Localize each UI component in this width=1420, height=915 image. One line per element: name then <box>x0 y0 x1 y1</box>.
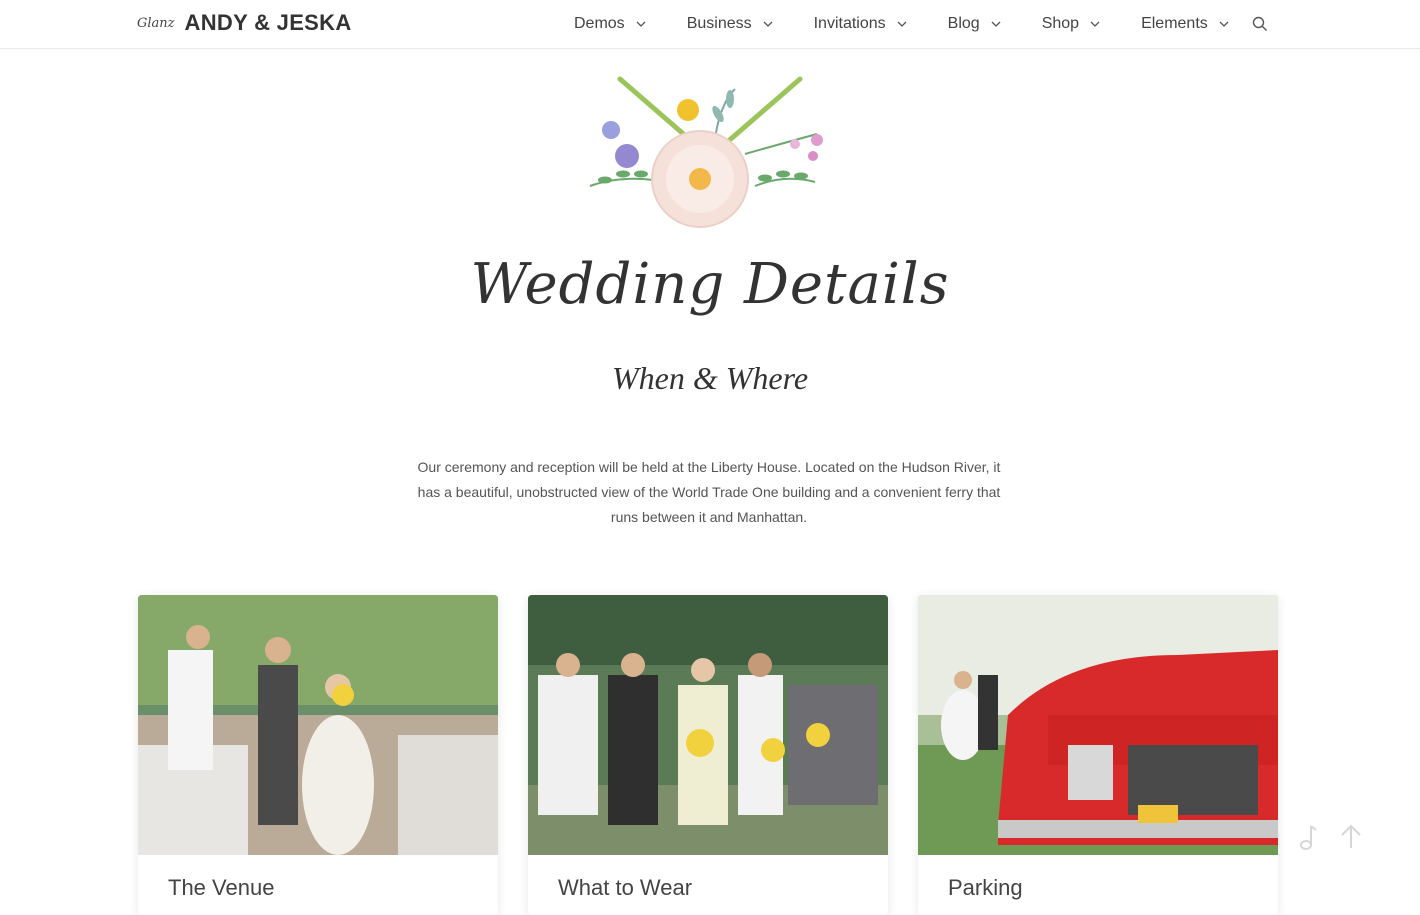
nav-item-demos[interactable]: Demos <box>574 15 647 33</box>
card-what-to-wear[interactable]: What to Wear <box>528 595 888 915</box>
chevron-down-icon <box>1090 21 1100 27</box>
brand-logo[interactable]: Glanz ANDY & JESKA <box>137 10 352 36</box>
chevron-down-icon <box>897 21 907 27</box>
card-parking[interactable]: Parking <box>918 595 1278 915</box>
nav-item-invitations[interactable]: Invitations <box>814 15 908 33</box>
parking-photo <box>918 595 1278 855</box>
card-title: Parking <box>948 875 1023 900</box>
chevron-down-icon <box>636 21 646 27</box>
nav-item-shop[interactable]: Shop <box>1042 15 1101 33</box>
chevron-down-icon <box>763 21 773 27</box>
nav-item-blog[interactable]: Blog <box>948 15 1002 33</box>
nav-label: Shop <box>1041 15 1080 32</box>
brand-script: Glanz <box>137 15 175 31</box>
wedding-party-photo <box>528 595 888 855</box>
card-venue[interactable]: The Venue <box>138 595 498 915</box>
music-note-icon[interactable] <box>1296 822 1318 852</box>
nav-label: Invitations <box>813 15 886 32</box>
nav-label: Elements <box>1141 15 1208 32</box>
nav-item-business[interactable]: Business <box>687 15 774 33</box>
chevron-down-icon <box>1219 21 1229 27</box>
nav-label: Blog <box>947 15 980 32</box>
site-header: Glanz ANDY & JESKA Demos Business Invita… <box>0 0 1420 49</box>
nav-item-elements[interactable]: Elements <box>1141 15 1230 33</box>
floating-actions <box>1296 822 1384 852</box>
nav-label: Demos <box>574 15 625 32</box>
venue-photo <box>138 595 498 855</box>
arrow-up-icon[interactable] <box>1338 822 1364 852</box>
page-subtitle: When & Where <box>611 360 809 396</box>
nav-label: Business <box>686 15 752 32</box>
page-title: Wedding Details <box>470 252 950 317</box>
intro-text: Our ceremony and reception will be held … <box>417 459 1001 525</box>
floral-ornament <box>589 76 823 228</box>
card-title: The Venue <box>168 875 275 900</box>
brand-name: ANDY & JESKA <box>184 10 352 35</box>
main-nav: Demos Business Invitations Blog Shop Ele… <box>574 0 1270 48</box>
search-icon[interactable] <box>1252 16 1268 32</box>
chevron-down-icon <box>991 21 1001 27</box>
card-title: What to Wear <box>558 875 693 900</box>
